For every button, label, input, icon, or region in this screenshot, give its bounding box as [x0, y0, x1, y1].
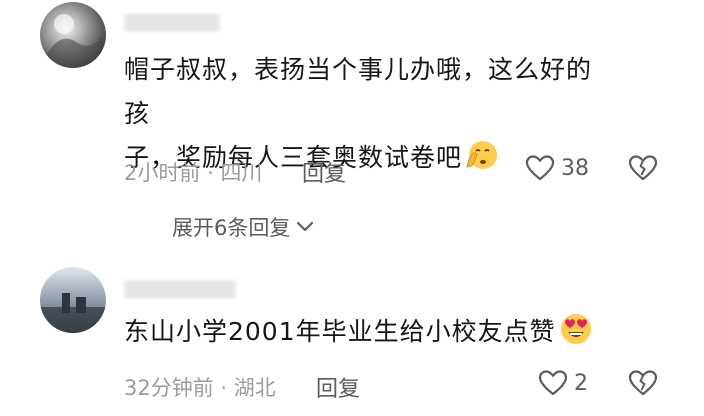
comment-item: 帽子叔叔，表扬当个事儿办哦，这么好的孩 子，奖励每人三套奥数试卷吧 2小时前 ·…: [0, 0, 704, 262]
dislike-button[interactable]: [628, 369, 658, 401]
comment-text-line: 帽子叔叔，表扬当个事儿办哦，这么好的孩: [124, 55, 593, 128]
like-count: 2: [574, 370, 588, 396]
chevron-down-icon: [297, 221, 314, 232]
like-count: 38: [561, 155, 589, 181]
comment-time: 2小时前: [124, 161, 201, 185]
expand-replies-button[interactable]: 展开6条回复: [172, 212, 314, 242]
comment-item: 东山小学2001年毕业生给小校友点赞 32分钟前 · 湖北 回复 2: [0, 262, 704, 416]
comment-meta: 32分钟前 · 湖北: [124, 372, 276, 402]
username-blurred[interactable]: [124, 14, 220, 32]
comment-location: 湖北: [233, 376, 276, 400]
reply-button[interactable]: 回复: [302, 156, 346, 188]
comment-text-line: 东山小学2001年毕业生给小校友点赞: [124, 310, 684, 354]
heart-icon: [538, 370, 568, 396]
comment-meta: 2小时前 · 四川: [124, 157, 262, 187]
broken-heart-icon: [628, 370, 658, 396]
heart-icon: [525, 155, 555, 181]
meta-separator: ·: [207, 161, 214, 185]
broken-heart-icon: [628, 155, 658, 181]
comment-time: 32分钟前: [124, 376, 214, 400]
meta-separator: ·: [220, 376, 228, 400]
comment-location: 四川: [220, 161, 263, 185]
like-button[interactable]: 2: [538, 369, 588, 397]
avatar[interactable]: [40, 267, 106, 333]
like-button[interactable]: 38: [525, 154, 589, 182]
heart-eyes-emoji-icon: [560, 314, 591, 344]
shushing-face-emoji-icon: [466, 141, 498, 169]
reply-button[interactable]: 回复: [316, 371, 360, 403]
comment-text: 东山小学2001年毕业生给小校友点赞: [124, 310, 684, 354]
dislike-button[interactable]: [628, 154, 658, 186]
expand-replies-label: 展开6条回复: [172, 216, 291, 240]
avatar[interactable]: [40, 2, 106, 68]
username-blurred[interactable]: [124, 280, 236, 298]
